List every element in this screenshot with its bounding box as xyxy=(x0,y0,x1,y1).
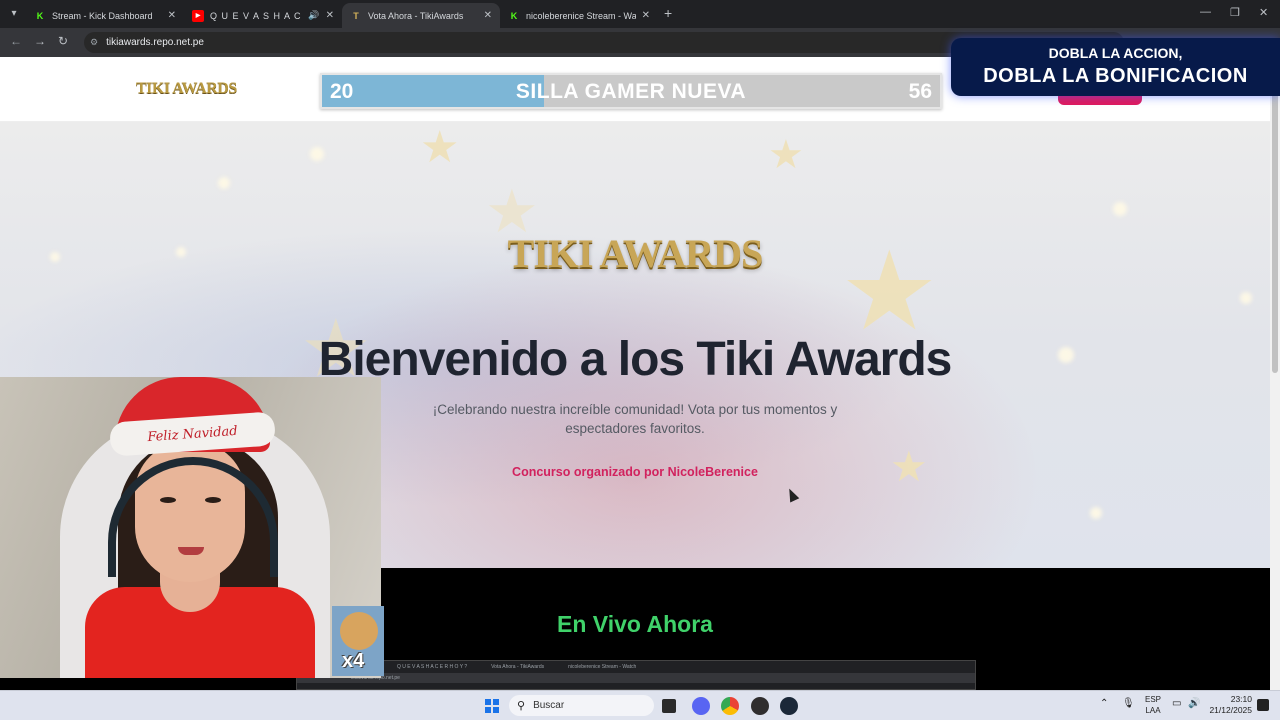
steam-icon[interactable] xyxy=(780,697,798,715)
tab-kick-watch[interactable]: K nicoleberenice Stream - Watch ✕ xyxy=(500,3,658,28)
search-icon: ⚲ xyxy=(517,700,526,712)
new-tab-button[interactable]: + xyxy=(664,6,672,20)
tab-kick-dashboard[interactable]: K Stream - Kick Dashboard ✕ xyxy=(26,3,184,28)
embedded-stream-preview[interactable]: Q U E V A S H A C E R H O Y ? Vota Ahora… xyxy=(296,660,976,690)
file-explorer-icon[interactable] xyxy=(662,699,676,713)
network-icon[interactable]: ▭ xyxy=(1172,698,1181,709)
webcam-overlay: Feliz Navidad xyxy=(0,377,381,678)
bonus-promo-banner: DOBLA LA ACCION, DOBLA LA BONIFICACION xyxy=(951,38,1280,96)
volume-icon[interactable]: 🔊 xyxy=(1188,698,1200,709)
light-dot xyxy=(1113,202,1127,216)
star-decoration-icon: ★ xyxy=(420,123,460,172)
close-window-icon[interactable]: ✕ xyxy=(1259,6,1268,19)
star-decoration-icon: ★ xyxy=(768,133,804,177)
taskbar-search[interactable]: ⚲ Buscar xyxy=(509,695,654,716)
tray-chevron-up-icon[interactable]: ⌃ xyxy=(1100,698,1108,709)
page-scrollbar[interactable] xyxy=(1270,57,1280,690)
multiplier-text: x4 xyxy=(342,650,365,672)
tikiawards-icon: T xyxy=(353,10,359,21)
tab-search-chevron-icon[interactable]: ▾ xyxy=(6,6,22,22)
microphone-icon[interactable]: 🎙 xyxy=(1122,698,1135,709)
scrollbar-thumb[interactable] xyxy=(1272,63,1278,373)
system-clock[interactable]: 23:10 21/12/2025 xyxy=(1206,694,1252,716)
dog-multiplier-badge: x4 xyxy=(332,606,384,676)
input-language[interactable]: ESP LAA xyxy=(1145,694,1161,716)
chrome-icon[interactable] xyxy=(721,697,739,715)
kick-icon: K xyxy=(510,10,518,21)
windows-start-icon[interactable] xyxy=(485,699,499,713)
notification-icon[interactable] xyxy=(1257,699,1269,711)
browser-tab-bar: ▾ K Stream - Kick Dashboard ✕ ▶ Q U E V … xyxy=(0,0,1280,28)
tab-youtube[interactable]: ▶ Q U E V A S H A C E R H O Y ? 🔊 ✕ xyxy=(184,3,342,28)
minimize-icon[interactable]: — xyxy=(1200,6,1211,18)
hero-logo: TIKI AWARDS xyxy=(507,231,764,276)
youtube-icon: ▶ xyxy=(192,9,204,22)
site-logo[interactable]: TIKI AWARDS xyxy=(136,80,237,98)
speaker-icon[interactable]: 🔊 xyxy=(308,10,319,21)
preview-tab-strip: Q U E V A S H A C E R H O Y ? Vota Ahora… xyxy=(397,664,637,670)
windows-taskbar: ⚲ Buscar ⌃ 🎙 ESP LAA ▭ 🔊 23:10 21/12/202… xyxy=(0,690,1280,720)
subscriber-goal-bar: SILLA GAMER NUEVA 20 56 xyxy=(320,73,942,109)
reload-icon[interactable]: ↻ xyxy=(58,34,68,48)
site-info-icon[interactable]: ⚙ xyxy=(90,37,98,48)
forward-arrow-icon[interactable]: → xyxy=(34,34,46,48)
light-dot xyxy=(1090,507,1102,519)
close-tab-icon[interactable]: ✕ xyxy=(484,10,492,21)
dog-face-icon xyxy=(340,612,378,650)
close-tab-icon[interactable]: ✕ xyxy=(326,10,334,21)
light-dot xyxy=(1240,292,1252,304)
obs-icon[interactable] xyxy=(751,697,769,715)
light-dot xyxy=(310,147,324,161)
kick-icon: K xyxy=(36,10,44,21)
goal-name: SILLA GAMER NUEVA xyxy=(515,80,747,103)
close-tab-icon[interactable]: ✕ xyxy=(168,10,176,21)
goal-target: 56 xyxy=(908,80,932,103)
hero-subtitle: ¡Celebrando nuestra increíble comunidad!… xyxy=(432,402,838,436)
promo-line-1: DOBLA LA ACCION, xyxy=(1048,45,1183,61)
restore-icon[interactable]: ❐ xyxy=(1230,6,1240,19)
tab-tikiawards[interactable]: T Vota Ahora - TikiAwards ✕ xyxy=(342,3,500,28)
light-dot xyxy=(218,177,230,189)
promo-line-2: DOBLA LA BONIFICACION xyxy=(983,65,1248,87)
back-arrow-icon[interactable]: ← xyxy=(10,34,22,48)
discord-icon[interactable] xyxy=(692,697,710,715)
preview-url: tikiawards.repo.net.pe xyxy=(297,673,975,683)
close-tab-icon[interactable]: ✕ xyxy=(642,10,650,21)
goal-current: 20 xyxy=(330,80,354,103)
